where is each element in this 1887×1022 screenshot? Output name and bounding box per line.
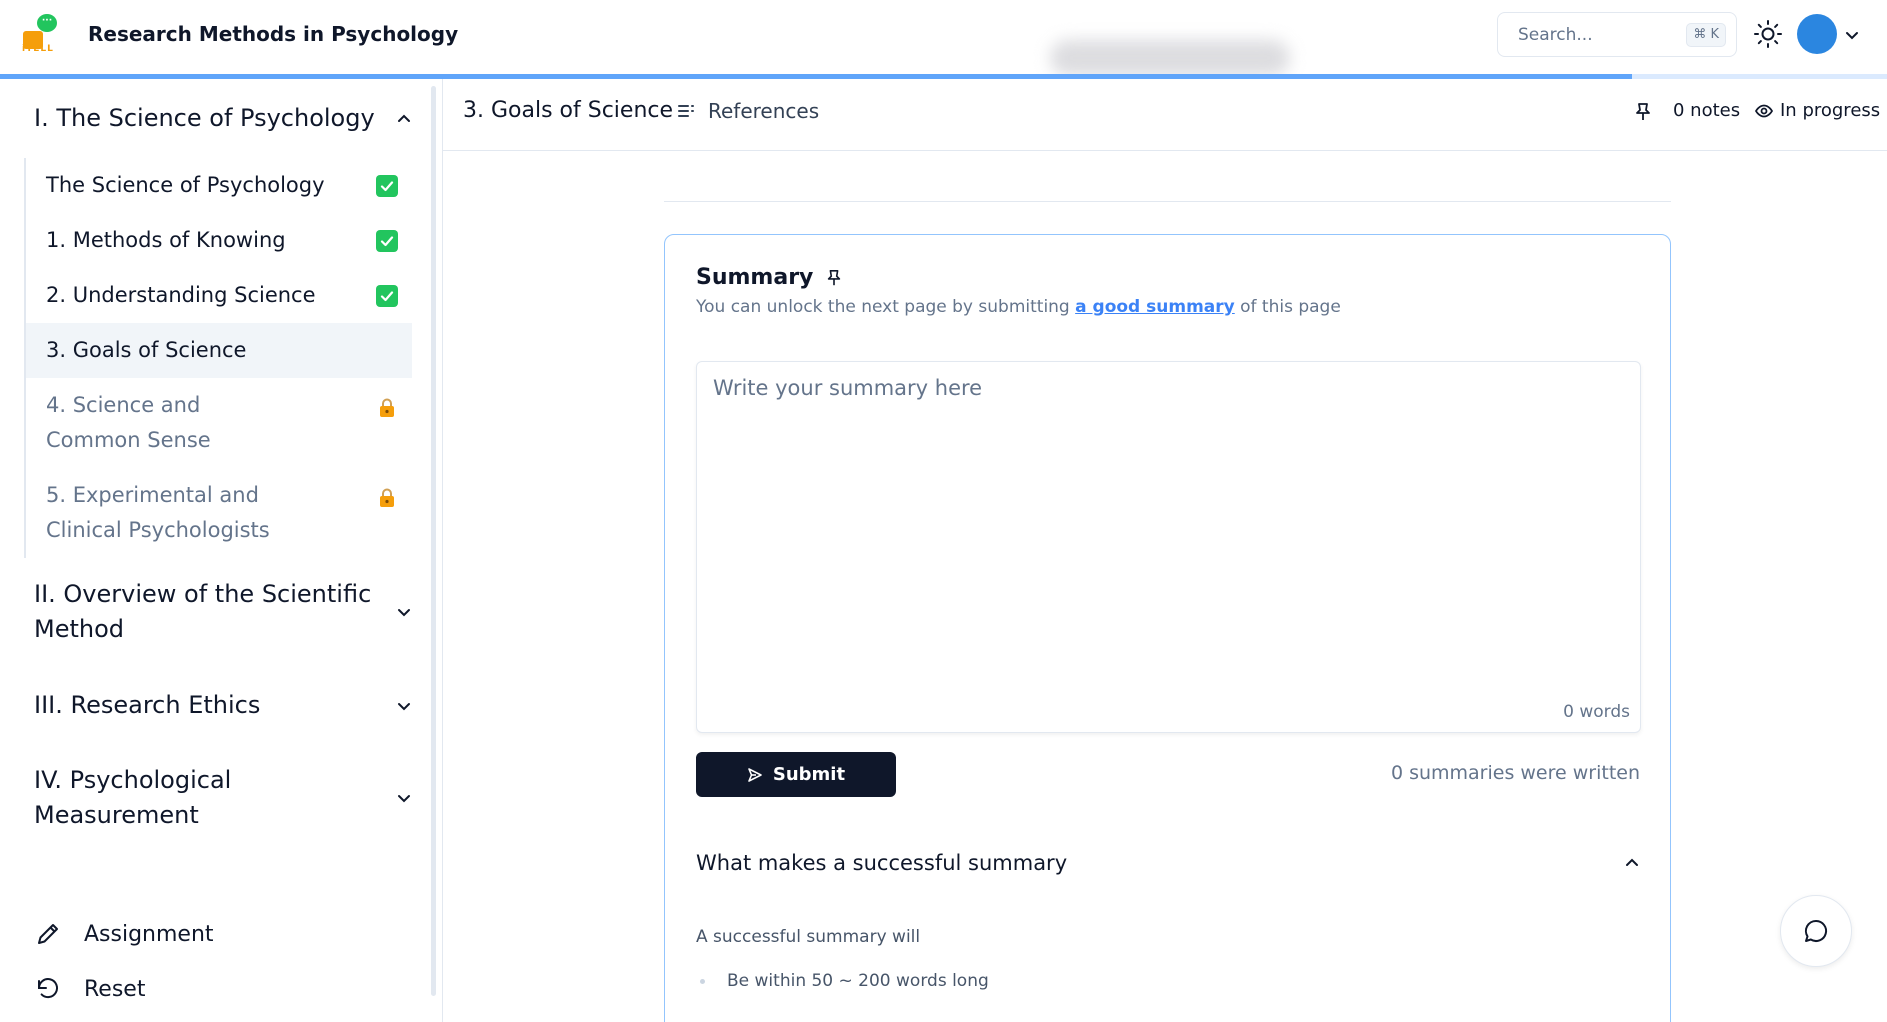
lock-icon (380, 398, 394, 417)
summary-card: Summary You can unlock the next page by … (664, 234, 1671, 1022)
send-icon (748, 767, 762, 782)
submit-button[interactable]: Submit (696, 752, 896, 797)
chapter-label: 1. Methods of Knowing (46, 228, 286, 252)
eye-icon (1754, 104, 1774, 117)
search-input[interactable]: Search... ⌘ K (1497, 12, 1737, 57)
notes-count[interactable]: 0 notes (1673, 100, 1740, 121)
accordion-title: What makes a successful summary (696, 851, 1068, 875)
sidebar-item-goals-of-science[interactable]: 3. Goals of Science (26, 323, 412, 378)
top-bar: ··· iTELL Research Methods in Psychology… (0, 0, 1887, 79)
page-status: In progress (1754, 100, 1880, 121)
summaries-count: 0 summaries were written (1390, 762, 1640, 784)
status-label: In progress (1780, 100, 1881, 121)
page-toolbar: 3. Goals of Science References 0 notes I… (443, 79, 1887, 151)
chapter-label: The Science of Psychology (46, 173, 325, 197)
section-title: IV. Psychological Measurement (34, 766, 232, 829)
chevron-down-icon (398, 609, 410, 617)
chevron-down-icon[interactable] (1843, 26, 1861, 44)
search-shortcut: ⌘ K (1686, 23, 1726, 47)
check-icon (376, 174, 398, 197)
word-count: 0 words (1563, 702, 1630, 722)
section-title: I. The Science of Psychology (34, 104, 375, 132)
reset-icon (38, 978, 58, 999)
references-label: References (708, 99, 820, 123)
accordion-intro: A successful summary will (696, 927, 921, 947)
submit-label: Submit (772, 764, 846, 785)
search-placeholder: Search... (1518, 25, 1593, 45)
sidebar-item-science-and-common-sense[interactable]: 4. Science and Common Sense (26, 378, 412, 468)
list-item: Be within 50 ~ 200 words long (700, 971, 989, 991)
chapter-label: 4. Science and Common Sense (46, 393, 211, 452)
avatar[interactable] (1797, 14, 1837, 54)
success-criteria-accordion[interactable]: What makes a successful summary (696, 851, 1641, 875)
section-title: III. Research Ethics (34, 691, 261, 719)
check-icon (376, 229, 398, 252)
sidebar-item-experimental-and-clinical-psychologists[interactable]: 5. Experimental and Clinical Psychologis… (26, 468, 412, 558)
chevron-down-icon (398, 795, 410, 803)
chat-icon (1804, 919, 1828, 942)
pin-icon[interactable] (825, 268, 843, 288)
page-title: 3. Goals of Science (463, 98, 674, 123)
chapter-label: 3. Goals of Science (46, 338, 247, 362)
assignment-label: Assignment (84, 921, 214, 947)
chevron-up-icon (398, 114, 410, 122)
section-title: II. Overview of the Scientific Method (34, 580, 372, 643)
sidebar-section-1[interactable]: I. The Science of Psychology (34, 101, 414, 136)
chapter-list: The Science of Psychology 1. Methods of … (24, 158, 412, 558)
chapter-label: 2. Understanding Science (46, 283, 316, 307)
sidebar-item-methods-of-knowing[interactable]: 1. Methods of Knowing (26, 213, 412, 268)
reset-button[interactable]: Reset (34, 975, 145, 1003)
sidebar-section-3[interactable]: III. Research Ethics (34, 688, 414, 723)
sun-icon[interactable] (1752, 18, 1784, 50)
sidebar-item-understanding-science[interactable]: 2. Understanding Science (26, 268, 412, 323)
blurred-overlay (1050, 40, 1290, 76)
references-button[interactable]: References (676, 99, 819, 123)
app-title[interactable]: Research Methods in Psychology (88, 22, 458, 46)
summary-header: Summary (696, 265, 843, 290)
sidebar-section-4[interactable]: IV. Psychological Measurement (34, 763, 414, 833)
summary-description: You can unlock the next page by submitti… (696, 297, 1341, 317)
chevron-down-icon (398, 702, 410, 710)
bullet (700, 978, 705, 984)
summary-textarea[interactable]: Write your summary here 0 words (696, 361, 1641, 733)
lock-icon (380, 488, 394, 507)
logo-icon[interactable]: ··· iTELL (20, 14, 60, 54)
sidebar: I. The Science of Psychology The Science… (0, 79, 442, 1022)
summary-title: Summary (696, 265, 814, 290)
sidebar-scrollbar[interactable] (431, 86, 436, 996)
sidebar-item-the-science-of-psychology[interactable]: The Science of Psychology (26, 158, 412, 213)
criterion-text: Be within 50 ~ 200 words long (727, 971, 989, 991)
check-icon (376, 284, 398, 307)
list-icon (678, 105, 694, 117)
reset-label: Reset (84, 976, 146, 1002)
pencil-icon (38, 924, 58, 944)
pin-icon[interactable] (1633, 101, 1653, 123)
divider (442, 79, 443, 1022)
logo-text: iTELL (22, 44, 54, 54)
assignment-button[interactable]: Assignment (34, 920, 214, 948)
chapter-label: 5. Experimental and Clinical Psychologis… (46, 483, 270, 542)
sidebar-section-2[interactable]: II. Overview of the Scientific Method (34, 577, 414, 647)
divider (664, 201, 1671, 202)
chevron-up-icon (1626, 858, 1638, 866)
summary-placeholder: Write your summary here (713, 376, 983, 400)
chat-button[interactable] (1780, 895, 1852, 967)
good-summary-link[interactable]: a good summary (1075, 297, 1235, 317)
